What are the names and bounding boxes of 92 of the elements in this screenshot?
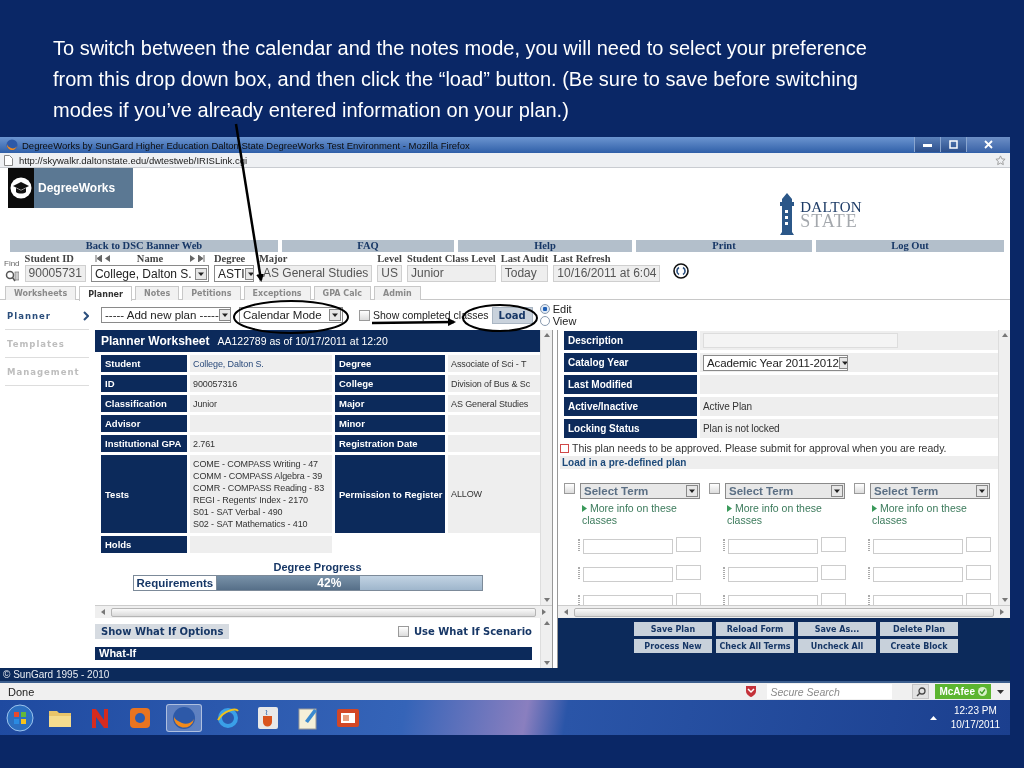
info-link[interactable]: More info on these classes	[727, 502, 831, 526]
row-label: Active/Inactive	[564, 397, 697, 416]
nav-link[interactable]: FAQ	[282, 240, 454, 252]
mode-select[interactable]: Calendar Mode	[239, 307, 343, 323]
search-field[interactable]: Secure Search	[767, 684, 893, 699]
nav-link[interactable]: Print	[636, 240, 812, 252]
select-field[interactable]: College, Dalton S.	[90, 265, 209, 282]
term-select[interactable]: Select Term	[870, 483, 990, 499]
field-label: Last Audit	[500, 252, 549, 264]
row-label: Classification	[101, 395, 187, 412]
field-label: Last Refresh	[553, 252, 611, 264]
plan-button[interactable]: Save Plan	[634, 622, 712, 636]
plan-button[interactable]: Reload Form	[716, 622, 794, 636]
logo-text: DALTON	[800, 200, 862, 214]
plan-button[interactable]: Save As...	[798, 622, 876, 636]
what-if-button[interactable]: Show What If Options	[95, 624, 230, 639]
app-name: DegreeWorks	[38, 181, 116, 195]
row-label: College	[335, 375, 445, 392]
status-text: Done	[8, 685, 35, 698]
worksheet-subtitle: AA122789 as of 10/17/2011 at 12:20	[217, 335, 388, 347]
plan-button[interactable]: Delete Plan	[880, 622, 958, 636]
row-label: Last Modified	[564, 375, 697, 394]
table-cell: 2.761	[190, 435, 332, 452]
radio-label: View	[552, 315, 577, 327]
term-select[interactable]: Select Term	[725, 483, 845, 499]
nav-link[interactable]: Help	[458, 240, 632, 252]
value-field: US	[377, 265, 403, 282]
nav-link[interactable]: Back to DSC Banner Web	[10, 240, 278, 252]
table-cell: Associate of Sci - T	[448, 355, 540, 372]
table-cell: COME - COMPASS Writing - 47 COMM - COMPASS Algebra - 39 COMR - COMPASS Reading - 83 REGI - Regents' Index - 2170 S01 - SAT Verbal - 490 S02 - SAT Mathematics - 410	[190, 455, 332, 533]
plan-button[interactable]: Check All Terms	[716, 639, 794, 653]
predefined-plan-link[interactable]: Load in a pre-defined plan	[560, 456, 998, 469]
row-label: Degree	[335, 355, 445, 372]
value-field: 90005731	[24, 265, 86, 282]
section-header: What-If	[95, 647, 532, 660]
table-cell: Division of Bus & Sc	[448, 375, 540, 392]
value-field: Junior	[407, 265, 496, 282]
value-field: 10/16/2011 at 6:04	[553, 265, 661, 282]
table-cell: AS General Studies	[448, 395, 540, 412]
row-label: Description	[564, 331, 697, 350]
field-label: Major	[258, 252, 288, 264]
load-button[interactable]: Load	[491, 306, 533, 324]
table-cell: College, Dalton S.	[190, 355, 332, 372]
clock-time[interactable]: 12:23 PM	[953, 703, 997, 718]
checkbox-label: Use What If Scenario	[413, 626, 532, 637]
tab[interactable]: Planner	[79, 286, 132, 301]
select-field[interactable]: Academic Year 2011-2012	[703, 354, 848, 371]
copyright-text: © SunGard 1995 - 2010	[3, 669, 110, 680]
row-label: Catalog Year	[564, 353, 697, 372]
table-cell: Junior	[190, 395, 332, 412]
approval-notice: This plan needs to be approved. Please submit for approval when you are ready.	[572, 442, 947, 454]
field-label: Student Class Level	[407, 252, 496, 264]
clock-date[interactable]: 10/17/2011	[950, 717, 1000, 732]
select-field[interactable]: ASTI	[213, 265, 254, 282]
app-logo[interactable]: DegreeWorks	[8, 168, 133, 208]
term-select[interactable]: Select Term	[580, 483, 700, 499]
row-label: Minor	[335, 415, 445, 432]
table-cell: ALLOW	[448, 455, 540, 533]
plan-select[interactable]: ----- Add new plan -----	[101, 307, 231, 323]
plan-button[interactable]: Create Block	[880, 639, 958, 653]
row-label: Holds	[101, 536, 187, 553]
plan-button[interactable]: Uncheck All	[798, 639, 876, 653]
field-label: Level	[377, 252, 402, 264]
logo-text: STATE	[800, 214, 858, 228]
nav-link[interactable]: Log Out	[816, 240, 1004, 252]
info-link[interactable]: More info on these classes	[582, 502, 686, 526]
table-cell: Active Plan	[700, 397, 998, 416]
field-label: Student ID	[24, 252, 74, 264]
value-field: AS General Studies	[258, 265, 373, 282]
row-label: Student	[101, 355, 187, 372]
worksheet-title: Planner Worksheet	[101, 334, 210, 348]
sidebar-item[interactable]: Planner	[5, 302, 89, 330]
find-label: Find	[4, 259, 20, 268]
row-label: Major	[335, 395, 445, 412]
field-label: Name	[136, 252, 164, 264]
field-label: Degree	[213, 252, 246, 264]
table-cell: Plan is not locked	[700, 419, 998, 438]
table-cell: 900057316	[190, 375, 332, 392]
row-label: Permission to Register	[335, 455, 445, 533]
progress-reading: 42%	[317, 576, 342, 590]
radio-label: Edit	[552, 303, 572, 315]
row-label: Institutional GPA	[101, 435, 187, 452]
row-label: Locking Status	[564, 419, 697, 438]
row-label: Registration Date	[335, 435, 445, 452]
row-label: ID	[101, 375, 187, 392]
info-link[interactable]: More info on these classes	[872, 502, 976, 526]
progress-title: Degree Progress	[273, 561, 362, 573]
row-label: Tests	[101, 455, 187, 533]
row-label: Advisor	[101, 415, 187, 432]
plan-button[interactable]: Process New	[634, 639, 712, 653]
slide-caption: To switch between the calendar and the notes mode, you will need to select your preference from this drop down box, and then click the “load” button. (Be sure to save before switching modes if you’ve already entered information on your plan.)	[52, 36, 868, 123]
value-field: Today	[500, 265, 549, 282]
